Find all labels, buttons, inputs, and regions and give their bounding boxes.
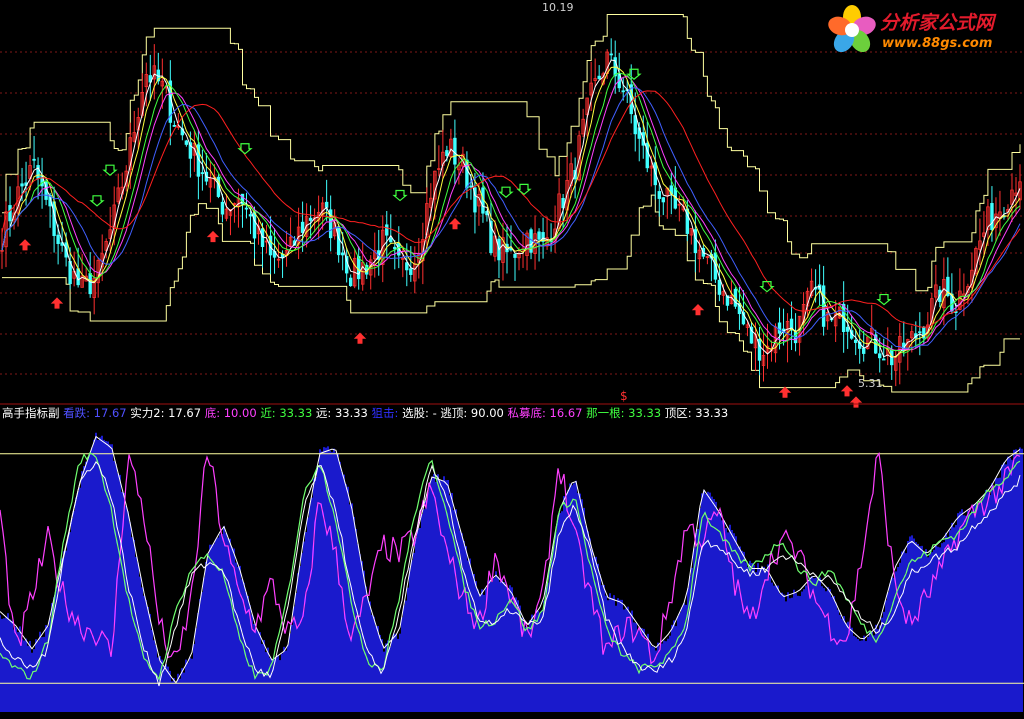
buy-arrow-icon — [50, 297, 64, 309]
sell-arrow-icon — [498, 186, 514, 198]
candle-body — [252, 212, 257, 239]
legend-item: 逃顶: 90.00 — [440, 406, 508, 420]
candle-body — [56, 234, 60, 244]
low-price-label: 5.31 — [858, 377, 883, 390]
lower-band-line — [2, 194, 1020, 393]
sell-arrow-icon — [237, 143, 253, 155]
candle-body — [184, 140, 189, 145]
legend-item: 远: 33.33 — [315, 406, 372, 420]
candle-body — [324, 201, 329, 208]
candle-body — [393, 246, 397, 250]
legend-item: 实力2: 17.67 — [130, 406, 205, 420]
candle-body — [389, 237, 393, 243]
range-marker: $ — [620, 389, 628, 403]
legend-item: 选股: - — [402, 406, 441, 420]
ma-line-ma6 — [1, 90, 1021, 328]
candle-body — [248, 214, 253, 217]
buy-arrow-icon — [18, 239, 32, 251]
candle-body — [878, 353, 882, 359]
legend-item: 看跌: 17.67 — [63, 406, 131, 420]
candle-body — [777, 322, 782, 334]
candle-body — [633, 115, 637, 135]
legend-item: 那一根: 33.33 — [586, 406, 665, 420]
candle-body — [260, 228, 265, 248]
candle-body — [537, 231, 541, 240]
candle-body — [32, 158, 36, 161]
candle-body — [244, 207, 249, 210]
candle-body — [821, 285, 826, 327]
legend-item: 狙击: — [371, 406, 403, 420]
legend-item: 近: 33.33 — [260, 406, 316, 420]
ma-line-ma3 — [1, 75, 1021, 352]
candle-body — [348, 277, 353, 287]
candle-body — [453, 137, 457, 165]
buy-arrow-icon — [448, 217, 462, 230]
candle-body — [357, 256, 361, 280]
candle-body — [717, 279, 722, 295]
sell-arrow-icon — [876, 293, 892, 306]
candle-body — [336, 226, 341, 256]
candle-body — [990, 203, 994, 230]
buy-arrow-icon — [849, 396, 863, 408]
candle-body — [882, 358, 886, 361]
candle-body — [340, 252, 345, 256]
moving-average-lines — [1, 59, 1021, 358]
candle-body — [88, 273, 92, 295]
logo-url: www.88gs.com — [882, 36, 993, 51]
candle-body — [300, 221, 305, 233]
candle-body — [405, 262, 409, 271]
buy-arrow-icon — [778, 386, 792, 398]
ma-line-ma5 — [1, 87, 1021, 349]
candle-body — [172, 125, 177, 127]
candle-body — [469, 185, 473, 188]
ma-line-ma1 — [1, 59, 1021, 358]
indicator-panel — [0, 432, 1024, 712]
legend-item: 顶区: 33.33 — [664, 406, 729, 420]
candle-body — [861, 347, 866, 354]
ma-line-ma4 — [1, 72, 1021, 354]
sell-arrow-icon — [89, 195, 105, 207]
candle-body — [621, 90, 625, 93]
sell-arrow-icon — [102, 164, 118, 176]
ma-line-ma2 — [1, 66, 1021, 358]
candle-body — [200, 172, 205, 175]
candle-body — [609, 53, 613, 56]
high-price-label: 10.19 — [542, 1, 574, 14]
legend-item: 底: 10.00 — [204, 406, 261, 420]
candle-body — [409, 268, 413, 275]
sell-arrow-icon — [759, 281, 775, 293]
candle-body — [513, 253, 517, 258]
indicator-legend: 高手指标副 看跌: 17.67 实力2: 17.67 底: 10.00 近: 3… — [2, 405, 729, 420]
legend-item: 私募底: 16.67 — [507, 406, 587, 420]
site-logo: 分析家公式网 www.88gs.com — [822, 2, 1022, 60]
candle-body — [385, 224, 389, 236]
sell-arrow-icon — [516, 183, 532, 196]
candle-body — [918, 331, 922, 334]
indicator-name: 高手指标副 — [2, 406, 64, 420]
buy-arrow-icon — [840, 385, 854, 397]
candle-body — [220, 201, 225, 215]
candle-body — [657, 191, 661, 199]
candle-body — [597, 75, 601, 80]
candle-body — [8, 205, 12, 222]
candle-body — [308, 217, 313, 221]
buy-arrow-icon — [353, 332, 367, 344]
sell-arrow-icon — [392, 189, 408, 202]
chart-canvas — [0, 14, 1024, 712]
buy-arrow-icon — [206, 230, 220, 243]
candle-body — [853, 339, 858, 343]
candle-body — [661, 197, 665, 203]
candle-body — [845, 326, 850, 332]
flower-logo-icon — [828, 5, 876, 53]
buy-arrow-icon — [691, 304, 705, 316]
candle-body — [445, 150, 449, 157]
candle-body — [20, 183, 24, 187]
logo-title: 分析家公式网 — [880, 12, 995, 34]
